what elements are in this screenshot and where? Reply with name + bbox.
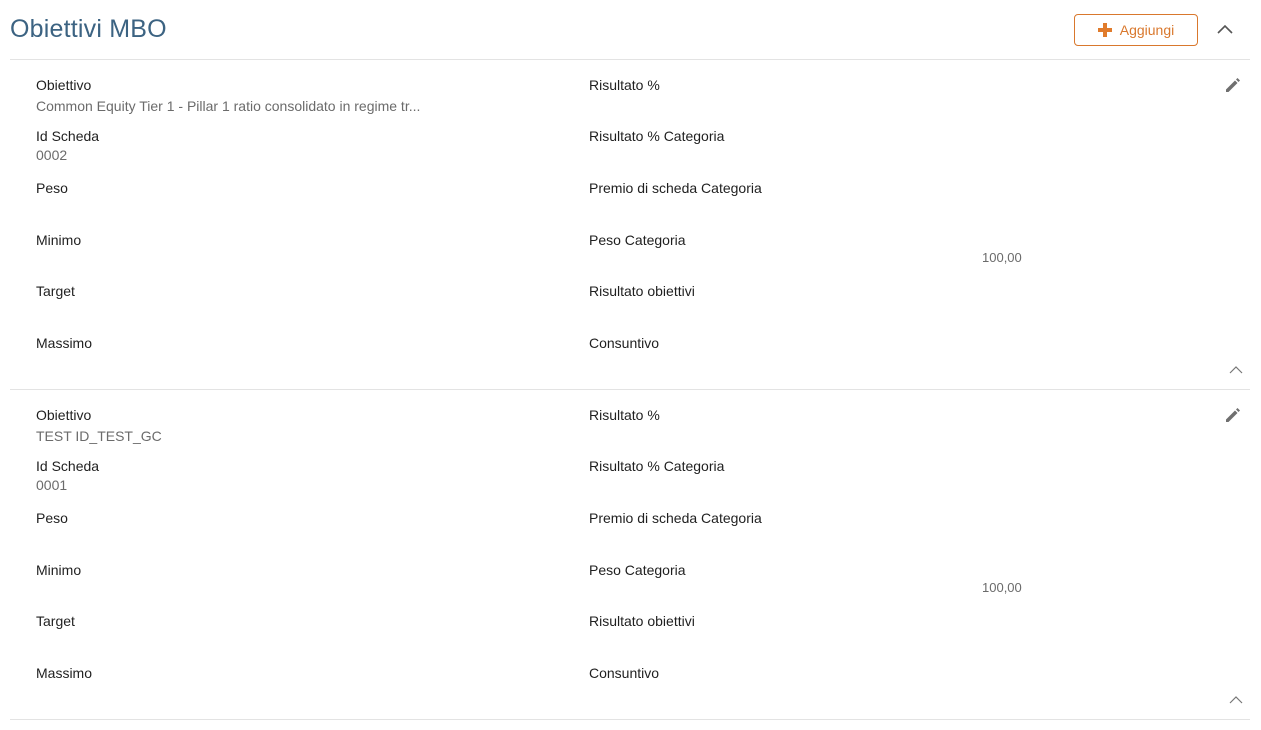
label-minimo: Minimo	[36, 232, 82, 248]
label-target: Target	[36, 283, 75, 299]
section-header: Obiettivi MBO Aggiungi	[0, 0, 1261, 60]
chevron-up-icon[interactable]	[1228, 694, 1244, 706]
value-obiettivo: TEST ID_TEST_GC	[36, 428, 162, 444]
pencil-icon[interactable]	[1224, 406, 1242, 424]
label-id-scheda: Id Scheda	[36, 458, 100, 474]
value-peso-categoria: 100,00	[982, 580, 1022, 595]
chevron-up-icon[interactable]	[1228, 364, 1244, 376]
field-obiettivo: Obiettivo Common Equity Tier 1 - Pillar …	[36, 76, 536, 115]
label-obiettivo: Obiettivo	[36, 77, 92, 93]
field-minimo: Minimo	[36, 561, 536, 579]
label-minimo: Minimo	[36, 562, 82, 578]
field-risultato-pct-categoria: Risultato % Categoria	[589, 127, 1089, 145]
add-button-label: Aggiungi	[1119, 22, 1175, 38]
objective-card: Obiettivo Common Equity Tier 1 - Pillar …	[10, 60, 1250, 390]
plus-icon	[1097, 23, 1112, 37]
field-id-scheda: Id Scheda 0001	[36, 457, 536, 494]
label-obiettivo: Obiettivo	[36, 407, 92, 423]
label-risultato-pct: Risultato %	[589, 407, 660, 423]
field-risultato-pct: Risultato %	[589, 76, 1089, 94]
field-risultato-obiettivi: Risultato obiettivi	[589, 612, 1089, 630]
value-peso-categoria: 100,00	[982, 250, 1022, 265]
field-peso: Peso	[36, 509, 536, 527]
label-peso: Peso	[36, 180, 68, 196]
field-peso: Peso	[36, 179, 536, 197]
field-risultato-pct-categoria: Risultato % Categoria	[589, 457, 1089, 475]
field-peso-categoria: Peso Categoria	[589, 231, 1089, 249]
label-peso-categoria: Peso Categoria	[589, 562, 686, 578]
label-risultato-pct-categoria: Risultato % Categoria	[589, 458, 725, 474]
field-premio-scheda-categoria: Premio di scheda Categoria	[589, 509, 1089, 527]
objective-card: Obiettivo TEST ID_TEST_GC Id Scheda 0001…	[10, 390, 1250, 720]
field-minimo: Minimo	[36, 231, 536, 249]
pencil-icon[interactable]	[1224, 76, 1242, 94]
field-risultato-pct: Risultato %	[589, 406, 1089, 424]
label-premio-scheda-categoria: Premio di scheda Categoria	[589, 510, 762, 526]
field-target: Target	[36, 282, 536, 300]
field-consuntivo: Consuntivo	[589, 664, 1089, 682]
field-peso-categoria: Peso Categoria	[589, 561, 1089, 579]
label-risultato-pct-categoria: Risultato % Categoria	[589, 128, 725, 144]
card-divider	[10, 719, 1250, 720]
label-peso: Peso	[36, 510, 68, 526]
label-massimo: Massimo	[36, 665, 93, 681]
field-risultato-obiettivi: Risultato obiettivi	[589, 282, 1089, 300]
field-massimo: Massimo	[36, 664, 536, 682]
field-id-scheda: Id Scheda 0002	[36, 127, 536, 164]
field-target: Target	[36, 612, 536, 630]
field-premio-scheda-categoria: Premio di scheda Categoria	[589, 179, 1089, 197]
value-id-scheda: 0001	[36, 477, 68, 493]
label-id-scheda: Id Scheda	[36, 128, 100, 144]
label-target: Target	[36, 613, 75, 629]
value-id-scheda: 0002	[36, 147, 68, 163]
label-risultato-pct: Risultato %	[589, 77, 660, 93]
value-obiettivo: Common Equity Tier 1 - Pillar 1 ratio co…	[36, 98, 421, 114]
page-title: Obiettivi MBO	[10, 15, 167, 43]
label-consuntivo: Consuntivo	[589, 335, 660, 351]
field-consuntivo: Consuntivo	[589, 334, 1089, 352]
label-consuntivo: Consuntivo	[589, 665, 660, 681]
field-obiettivo: Obiettivo TEST ID_TEST_GC	[36, 406, 536, 445]
add-button[interactable]: Aggiungi	[1074, 14, 1198, 46]
label-premio-scheda-categoria: Premio di scheda Categoria	[589, 180, 762, 196]
chevron-up-icon[interactable]	[1214, 18, 1236, 40]
label-risultato-obiettivi: Risultato obiettivi	[589, 613, 695, 629]
label-risultato-obiettivi: Risultato obiettivi	[589, 283, 695, 299]
label-peso-categoria: Peso Categoria	[589, 232, 686, 248]
label-massimo: Massimo	[36, 335, 93, 351]
field-massimo: Massimo	[36, 334, 536, 352]
